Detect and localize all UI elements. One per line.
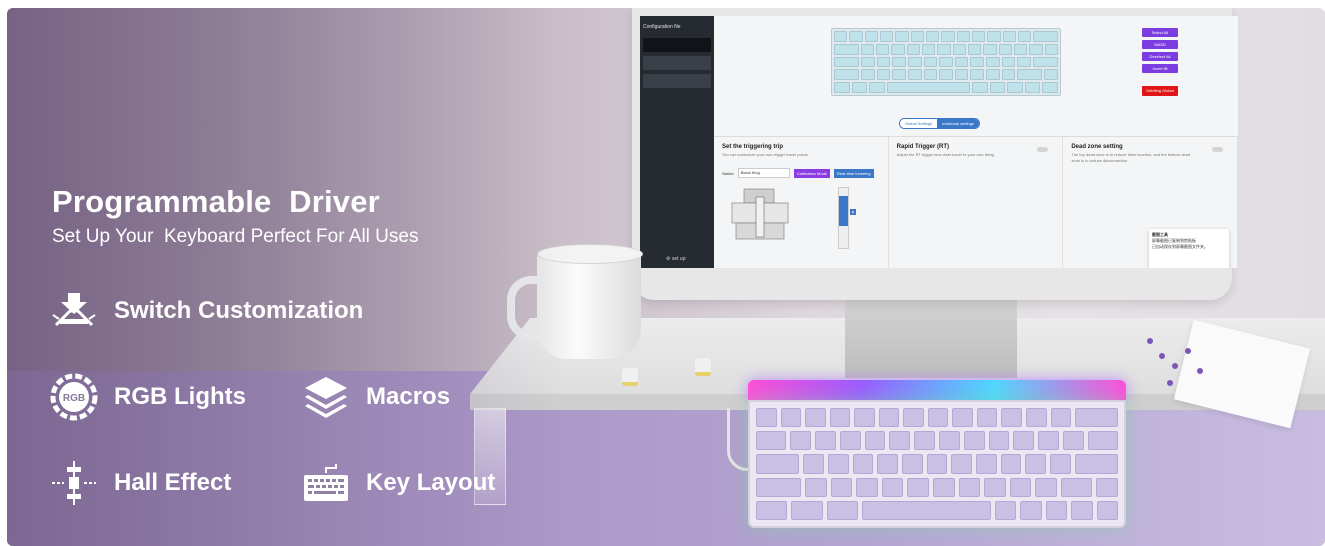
flower xyxy=(1172,363,1178,369)
panel-title: Set the triggering trip xyxy=(722,144,784,150)
invert-fill-button[interactable]: Invert fill xyxy=(1142,64,1178,73)
feature-rgb-lights: RGB RGB Lights xyxy=(50,373,246,421)
deselect-all-button[interactable]: Deselect All xyxy=(1142,52,1178,61)
dead-zone-panel: Dead zone setting The top dead zone is t… xyxy=(1063,137,1238,268)
panel-desc: You can customize your own trigger trave… xyxy=(722,152,808,157)
rgb-icon: RGB xyxy=(50,373,98,421)
keyboard-icon xyxy=(302,459,350,507)
hero-subtitle: Set Up Your Keyboard Perfect For All Use… xyxy=(52,226,419,247)
slider-fill xyxy=(839,196,848,226)
settings-tabs: Global Settings Individual settings xyxy=(899,118,980,129)
panel-desc: Adjust the RT trigger and reset travel t… xyxy=(896,152,994,157)
monitor-stand xyxy=(845,298,1017,378)
switch-select[interactable]: Black King xyxy=(737,168,790,178)
rapid-trigger-panel: Rapid Trigger (RT) Adjust the RT trigger… xyxy=(889,137,1064,268)
config-slot[interactable] xyxy=(643,38,711,52)
trigger-slider[interactable] xyxy=(838,187,849,249)
flower xyxy=(1197,368,1203,374)
switch-illustration xyxy=(731,188,789,240)
loose-switch xyxy=(622,368,638,386)
hero-title: Programmable Driver xyxy=(52,184,380,219)
flower xyxy=(1159,353,1165,359)
panel-title: Rapid Trigger (RT) xyxy=(896,144,950,150)
select-all-button[interactable]: Select All xyxy=(1142,28,1178,37)
panel-title: Dead zone setting xyxy=(1071,144,1123,150)
rapid-trigger-toggle[interactable] xyxy=(1037,147,1049,152)
rgb-icon-text: RGB xyxy=(63,393,85,404)
screenshot-notification[interactable]: 截图工具 屏幕截图已复制到剪贴板 已自动保存到屏幕截图文件夹。 xyxy=(1149,229,1230,268)
flower xyxy=(1185,348,1191,354)
feature-switch-customization: Switch Customization xyxy=(50,287,363,335)
keyboard-light-bar xyxy=(748,380,1126,400)
popup-line: 已自动保存到屏幕截图文件夹。 xyxy=(1152,244,1209,249)
keyboard xyxy=(748,400,1126,528)
key-layout-preview[interactable] xyxy=(831,28,1061,96)
tab-individual-settings[interactable]: Individual settings xyxy=(937,119,979,128)
panel-desc: The top dead zone is to reduce false tou… xyxy=(1071,152,1191,163)
tab-global-settings[interactable]: Global Settings xyxy=(900,119,938,128)
feature-label: Hall Effect xyxy=(114,469,232,496)
calibration-button[interactable]: Calibration Mode xyxy=(793,168,831,178)
feature-label: RGB Lights xyxy=(114,383,246,410)
settings-panels: Set the triggering trip You can customiz… xyxy=(714,136,1238,268)
loose-switch xyxy=(695,358,711,376)
feature-key-layout: Key Layout xyxy=(302,459,495,507)
switch-label: Switch xyxy=(722,170,734,176)
switch-press-icon xyxy=(50,287,98,335)
dead-zone-toggle[interactable] xyxy=(1212,147,1224,152)
setup-link[interactable]: ⚙ set up xyxy=(666,256,686,262)
setup-label: set up xyxy=(671,256,686,262)
real-time-button[interactable]: Real-time trimming xyxy=(834,168,874,178)
wasd-button[interactable]: WASD xyxy=(1142,40,1178,49)
flower xyxy=(1147,338,1153,344)
switch-row: Switch Black King Calibration Mode Real-… xyxy=(722,168,880,178)
layers-icon xyxy=(302,373,350,421)
delete-global-button[interactable]: Deleting Global xyxy=(1142,86,1178,96)
config-slot[interactable] xyxy=(643,56,711,70)
feature-hall-effect: Hall Effect xyxy=(50,459,231,507)
feature-label: Switch Customization xyxy=(114,297,364,324)
hall-sensor-icon xyxy=(50,459,98,507)
config-slot[interactable] xyxy=(643,74,711,88)
config-sidebar: Configuration file ⚙ set up xyxy=(640,16,714,268)
driver-main-area: Select All WASD Deselect All Invert fill… xyxy=(714,16,1238,268)
feature-label: Macros xyxy=(366,383,451,410)
feature-label: Key Layout xyxy=(366,469,496,496)
slider-tooltip: ▮ xyxy=(850,209,856,215)
driver-software-screen: Configuration file ⚙ set up Select All W… xyxy=(640,16,1238,268)
config-file-label: Configuration file xyxy=(643,24,681,30)
trigger-trip-panel: Set the triggering trip You can customiz… xyxy=(714,137,889,268)
flower xyxy=(1167,380,1173,386)
feature-macros: Macros xyxy=(302,373,450,421)
